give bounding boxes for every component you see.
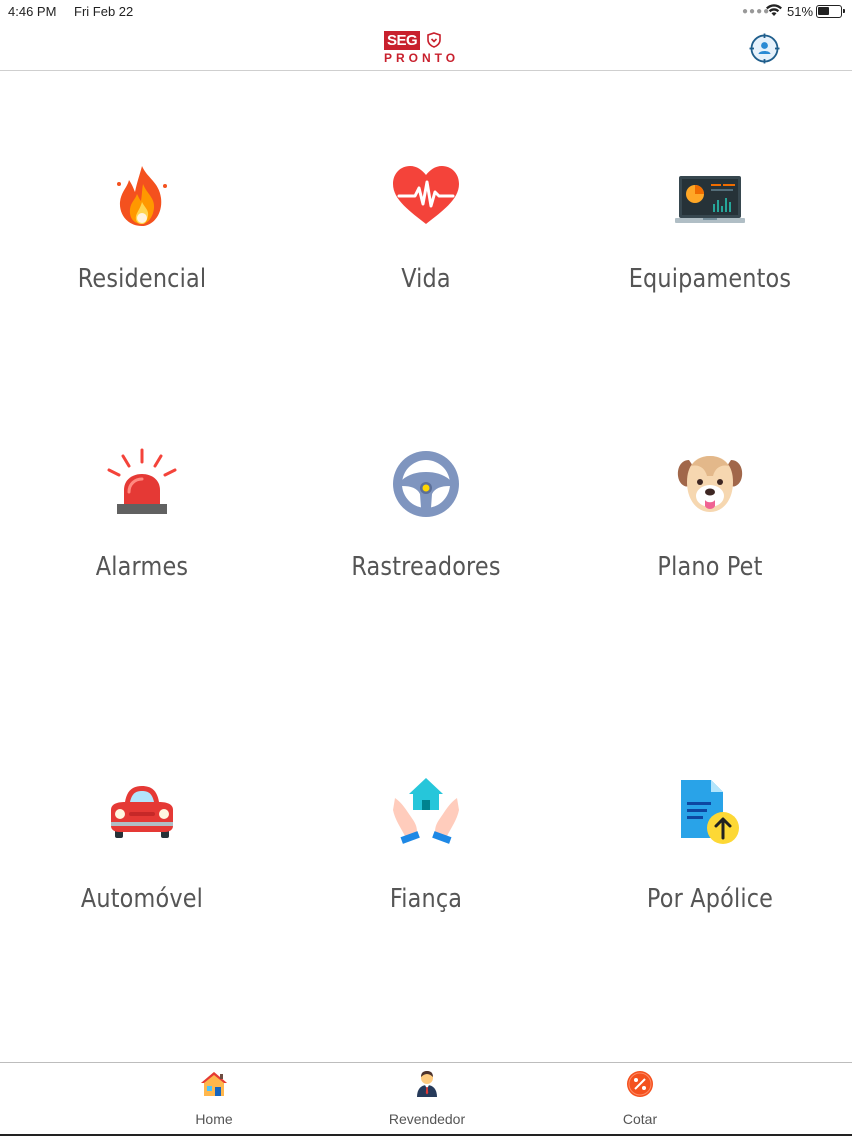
tile-alarmes[interactable]: Alarmes [0, 448, 284, 648]
tab-label: Revendedor [388, 1111, 466, 1127]
car-icon [111, 786, 173, 838]
logo-pronto-text: PRONTO [384, 51, 460, 65]
battery-percent: 51% [787, 4, 814, 19]
seg-pronto-logo: SEG PRONTO [384, 29, 470, 65]
tile-plano-pet[interactable]: Plano Pet [568, 448, 852, 648]
tile-label: Residencial [77, 264, 207, 294]
logo-seg-text: SEG [384, 31, 421, 50]
tab-cotar[interactable]: Cotar [580, 1063, 700, 1136]
status-date: Fri Feb 22 [74, 4, 134, 19]
tab-revendedor[interactable]: Revendedor [367, 1063, 487, 1136]
status-time: 4:46 PM [8, 4, 57, 19]
tile-label: Alarmes [95, 552, 189, 582]
tile-label: Automóvel [80, 884, 204, 914]
home-icon [201, 1072, 227, 1096]
fire-icon [117, 166, 167, 226]
discount-badge-icon [627, 1071, 653, 1097]
tile-label: Por Apólice [646, 884, 774, 914]
tile-label: Vida [401, 264, 451, 294]
tile-label: Fiança [389, 884, 463, 914]
status-bar: 4:46 PM Fri Feb 22 ●●●● 51% [0, 0, 852, 24]
tile-residencial[interactable]: Residencial [0, 162, 284, 362]
tile-por-apolice[interactable]: Por Apólice [568, 776, 852, 976]
laptop-chart-icon [675, 176, 745, 223]
tile-vida[interactable]: Vida [284, 162, 568, 362]
tile-rastreadores[interactable]: Rastreadores [284, 448, 568, 648]
steering-wheel-icon [393, 451, 459, 517]
tile-label: Plano Pet [657, 552, 763, 582]
tab-home[interactable]: Home [154, 1063, 274, 1136]
battery-icon [816, 5, 845, 18]
heartbeat-icon [393, 166, 459, 224]
tab-label: Home [195, 1111, 233, 1127]
tile-label: Equipamentos [628, 264, 792, 294]
document-upload-icon [681, 780, 739, 844]
tab-label: Cotar [622, 1111, 658, 1127]
tile-label: Rastreadores [351, 552, 501, 582]
user-target-icon[interactable] [749, 33, 780, 64]
reseller-person-icon [417, 1071, 437, 1097]
tile-automovel[interactable]: Automóvel [0, 776, 284, 976]
dog-icon [677, 456, 743, 512]
tile-equipamentos[interactable]: Equipamentos [568, 162, 852, 362]
bottom-tab-bar: Home Revendedor Cotar [0, 1062, 852, 1136]
tile-fianca[interactable]: Fiança [284, 776, 568, 976]
app-header: SEG PRONTO [0, 24, 852, 71]
house-hands-icon [393, 778, 459, 844]
siren-icon [107, 448, 177, 514]
shield-icon [427, 32, 441, 48]
wifi-icon [766, 4, 782, 16]
